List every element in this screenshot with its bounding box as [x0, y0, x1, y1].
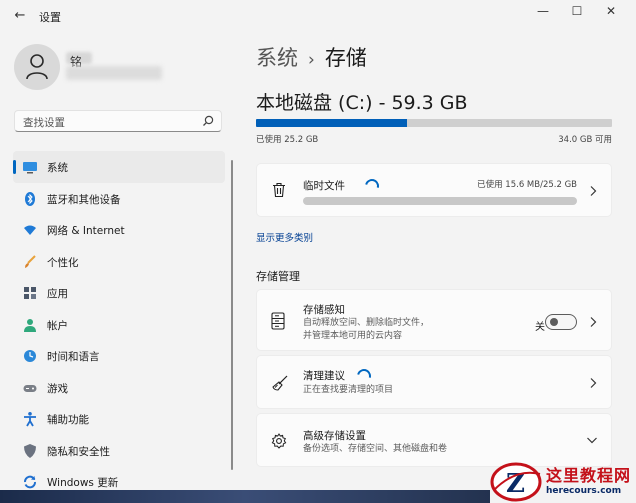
- cleanup-title: 清理建议: [303, 370, 345, 382]
- sidebar-item-label: 辅助功能: [47, 414, 89, 426]
- gear-icon: [271, 433, 287, 449]
- taskbar-strip: [0, 490, 490, 503]
- breadcrumb-parent[interactable]: 系统: [256, 46, 298, 70]
- storage-drive-icon: [271, 312, 285, 330]
- watermark: Z 这里教程网 herecours.com: [488, 460, 636, 503]
- chevron-right-icon: [590, 317, 597, 327]
- redacted-email: [66, 66, 162, 80]
- sidebar-item-label: 蓝牙和其他设备: [47, 193, 121, 206]
- maximize-button[interactable]: ☐: [560, 0, 594, 24]
- search-icon: [203, 115, 214, 126]
- watermark-url: herecours.com: [546, 486, 622, 496]
- storage-sense-toggle[interactable]: [545, 314, 577, 330]
- title-bar: ← 设置 — ☐ ✕: [0, 0, 636, 32]
- app-title: 设置: [39, 11, 61, 24]
- cleanup-recommendations-card[interactable]: 清理建议 正在查找要清理的项目: [256, 355, 612, 409]
- sidebar-item-system[interactable]: 系统: [13, 151, 225, 183]
- trash-icon: [273, 182, 285, 198]
- chevron-right-icon: [590, 186, 597, 196]
- wifi-icon: [24, 225, 36, 235]
- bluetooth-icon: [25, 191, 35, 206]
- advanced-storage-description: 备份选项、存储空间、其他磁盘和卷: [303, 444, 448, 454]
- advanced-storage-settings-card[interactable]: 高级存储设置 备份选项、存储空间、其他磁盘和卷: [256, 413, 612, 467]
- sidebar-nav: 系统 蓝牙和其他设备 网络 & Internet 个性化 应用 帐户 时间和语言…: [13, 151, 225, 498]
- shield-icon: [24, 443, 36, 458]
- storage-sense-description-2: 并管理本地可用的云内容: [303, 331, 403, 341]
- person-icon: [24, 318, 36, 332]
- temp-files-usage: 已使用 15.6 MB/25.2 GB: [477, 180, 577, 190]
- disk-free-label: 34.0 GB 可用: [558, 135, 612, 145]
- page-title: 存储: [324, 46, 367, 70]
- search-placeholder: 查找设置: [23, 117, 65, 129]
- sidebar-item-network[interactable]: 网络 & Internet: [13, 214, 225, 246]
- watermark-title: 这里教程网: [546, 466, 632, 485]
- loading-spinner-icon: [354, 366, 374, 386]
- apps-icon: [24, 287, 36, 299]
- sidebar-item-accounts[interactable]: 帐户: [13, 309, 225, 341]
- watermark-logo-icon: Z: [490, 462, 542, 502]
- sidebar-item-bluetooth[interactable]: 蓝牙和其他设备: [13, 183, 225, 215]
- update-icon: [24, 475, 36, 489]
- temp-files-usage-bar: [303, 197, 577, 205]
- sidebar-item-label: Windows 更新: [47, 477, 119, 489]
- sidebar-item-label: 应用: [47, 288, 68, 300]
- accessibility-icon: [24, 412, 36, 427]
- gamepad-icon: [23, 384, 37, 392]
- person-icon: [26, 54, 48, 80]
- sidebar-item-label: 网络 & Internet: [47, 225, 125, 237]
- temp-files-title: 临时文件: [303, 180, 345, 192]
- loading-spinner-icon: [362, 176, 382, 196]
- cleanup-description: 正在查找要清理的项目: [303, 385, 394, 395]
- show-more-categories-link[interactable]: 显示更多类别: [256, 230, 313, 244]
- sidebar-item-label: 时间和语言: [47, 351, 100, 363]
- close-button[interactable]: ✕: [594, 0, 628, 24]
- disk-title: 本地磁盘 (C:) - 59.3 GB: [256, 92, 468, 114]
- advanced-storage-title: 高级存储设置: [303, 430, 366, 442]
- monitor-icon: [23, 162, 37, 174]
- sidebar-item-label: 隐私和安全性: [47, 445, 110, 458]
- breadcrumb: 系统 › 存储: [256, 42, 367, 72]
- search-input[interactable]: 查找设置: [14, 110, 222, 132]
- storage-sense-toggle-label: 关: [535, 322, 545, 333]
- storage-sense-card[interactable]: 存储感知 自动释放空间、删除临时文件， 并管理本地可用的云内容 关: [256, 289, 612, 351]
- sidebar-item-label: 个性化: [47, 256, 79, 269]
- sidebar-item-accessibility[interactable]: 辅助功能: [13, 403, 225, 435]
- temp-files-card[interactable]: 临时文件 已使用 15.6 MB/25.2 GB: [256, 163, 612, 217]
- avatar[interactable]: [14, 44, 60, 90]
- sidebar-item-gaming[interactable]: 游戏: [13, 372, 225, 404]
- storage-sense-description-1: 自动释放空间、删除临时文件，: [303, 318, 430, 328]
- broom-icon: [272, 375, 288, 391]
- sidebar-item-personalization[interactable]: 个性化: [13, 246, 225, 278]
- breadcrumb-separator: ›: [308, 50, 315, 70]
- toggle-knob: [550, 318, 558, 326]
- storage-management-heading: 存储管理: [256, 270, 300, 283]
- storage-sense-title: 存储感知: [303, 304, 345, 316]
- sidebar-scrollbar[interactable]: [231, 160, 233, 470]
- brush-icon: [25, 254, 36, 268]
- back-button[interactable]: ←: [10, 6, 30, 26]
- disk-usage-bar: [256, 119, 612, 127]
- disk-usage-fill: [256, 119, 408, 127]
- disk-used-label: 已使用 25.2 GB: [256, 135, 319, 145]
- chevron-right-icon: [590, 378, 597, 388]
- chevron-down-icon: [587, 437, 597, 444]
- sidebar-item-label: 帐户: [47, 319, 68, 332]
- sidebar-item-label: 系统: [47, 162, 68, 174]
- sidebar-item-privacy[interactable]: 隐私和安全性: [13, 435, 225, 467]
- minimize-button[interactable]: —: [526, 0, 560, 24]
- globe-clock-icon: [24, 350, 36, 362]
- sidebar-item-time-language[interactable]: 时间和语言: [13, 340, 225, 372]
- sidebar-item-apps[interactable]: 应用: [13, 277, 225, 309]
- sidebar-item-label: 游戏: [47, 382, 68, 395]
